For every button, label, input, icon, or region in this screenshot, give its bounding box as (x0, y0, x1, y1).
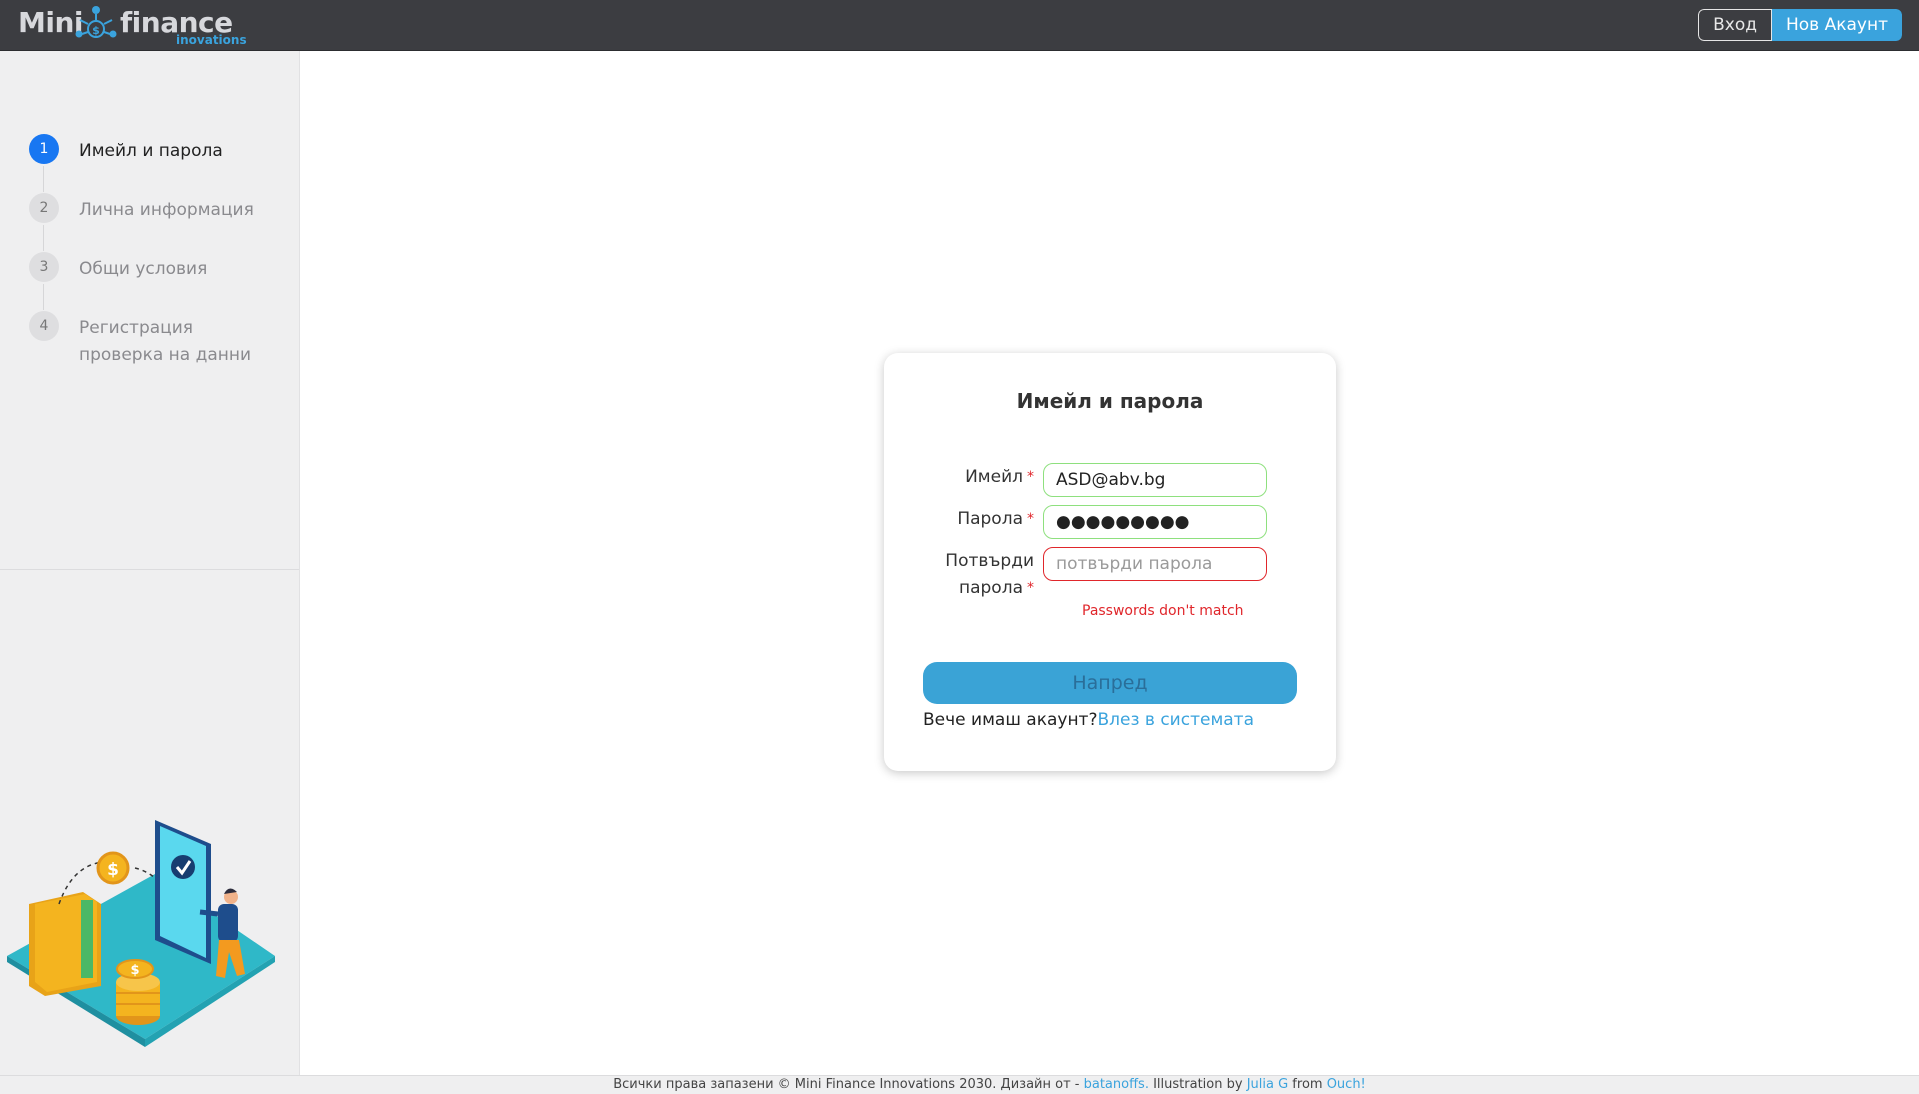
sidebar-divider (0, 569, 299, 570)
step-connector (43, 284, 44, 310)
next-button[interactable]: Напред (923, 662, 1297, 704)
wallet-phone-illustration: $ $ (7, 820, 275, 1047)
password-input[interactable] (1043, 505, 1267, 539)
card-title: Имейл и парола (1016, 389, 1204, 413)
password-label-text: Парола (957, 509, 1023, 529)
login-prompt: Вече имаш акаунт?Влез в системата (923, 710, 1254, 730)
confirm-label-line2: парола (958, 578, 1023, 598)
step-label: Имейл и парола (79, 141, 223, 161)
footer-from-text: from (1288, 1077, 1327, 1092)
required-mark: * (1027, 511, 1034, 527)
email-label: Имейл * (965, 464, 1034, 491)
new-account-button[interactable]: Нов Акаунт (1772, 9, 1902, 41)
confirm-password-label: Потвърди парола * (945, 548, 1034, 602)
mini-finance-logo[interactable]: Mini $ finance inovations (18, 4, 248, 50)
svg-text:$: $ (130, 963, 139, 978)
auth-buttons: Вход Нов Акаунт (1698, 9, 1902, 41)
footer-illustration-text: Illustration by (1148, 1077, 1247, 1092)
password-mismatch-error: Passwords don't match (1082, 603, 1244, 619)
svg-text:$: $ (107, 860, 119, 880)
step-email-password[interactable]: 1 Имейл и парола (29, 134, 299, 192)
designer-link[interactable]: batanoffs. (1084, 1077, 1149, 1092)
coin-network-icon: $ (75, 6, 117, 38)
login-link[interactable]: Влез в системата (1097, 710, 1254, 730)
email-label-text: Имейл (965, 467, 1023, 487)
login-button[interactable]: Вход (1698, 9, 1772, 41)
registration-steps-sidebar: 1 Имейл и парола 2 Лична информация 3 Об… (0, 51, 300, 1075)
step-label: Регистрация проверка на данни (79, 318, 252, 365)
step-number: 3 (29, 252, 59, 282)
step-connector (43, 166, 44, 192)
source-link[interactable]: Ouch! (1327, 1077, 1366, 1092)
confirm-password-input[interactable] (1043, 547, 1267, 581)
step-number: 1 (29, 134, 59, 164)
required-mark: * (1027, 580, 1034, 596)
step-number: 2 (29, 193, 59, 223)
password-label: Парола * (957, 506, 1034, 533)
footer-copyright: Всички права запазени © Mini Finance Inn… (613, 1077, 1084, 1092)
steps-list: 1 Имейл и парола 2 Лична информация 3 Об… (29, 134, 299, 397)
step-connector (43, 225, 44, 251)
artist-link[interactable]: Julia G (1247, 1077, 1288, 1092)
step-label: Общи условия (79, 259, 208, 279)
step-terms[interactable]: 3 Общи условия (29, 252, 299, 310)
footer: Всички права запазени © Mini Finance Inn… (0, 1075, 1919, 1094)
registration-card: Имейл и парола Имейл* Парола* Потвърди п… (884, 353, 1336, 771)
confirm-label-line1: Потвърди (945, 551, 1034, 571)
top-navigation-bar: Mini $ finance inovations Вход Нов Акаун… (0, 0, 1919, 51)
required-mark: * (1027, 469, 1034, 485)
step-label: Лична информация (79, 200, 254, 220)
have-account-text: Вече имаш акаунт? (923, 710, 1098, 730)
step-personal-info[interactable]: 2 Лична информация (29, 193, 299, 251)
step-verification[interactable]: 4 Регистрация проверка на данни (29, 311, 299, 369)
svg-text:$: $ (92, 24, 100, 37)
email-input[interactable] (1043, 463, 1267, 497)
step-number: 4 (29, 311, 59, 341)
logo-subtitle: inovations (176, 33, 247, 47)
